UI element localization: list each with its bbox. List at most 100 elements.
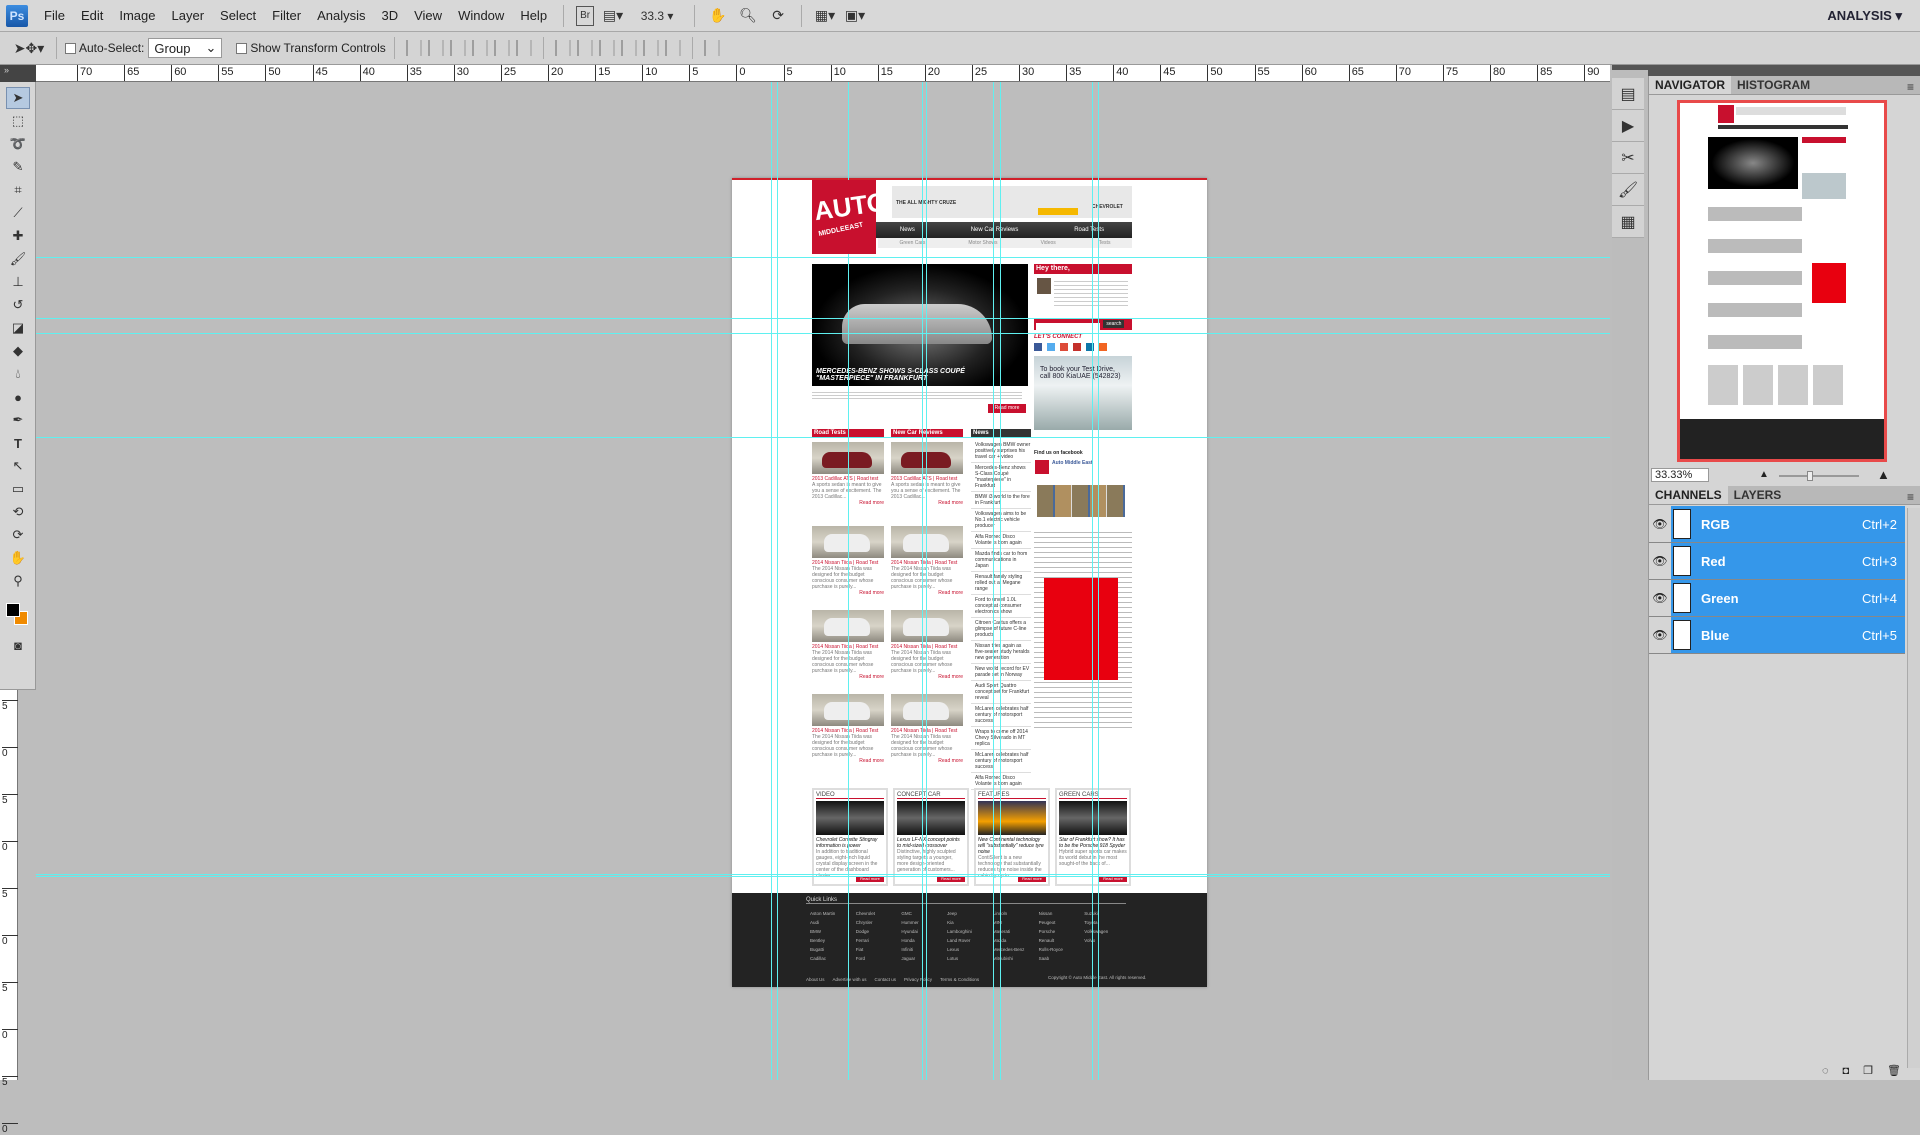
kia-ad[interactable]: To book your Test Drive, call 800 KiaUAE… bbox=[1034, 356, 1132, 430]
panel-menu-icon[interactable]: ≡ bbox=[1907, 490, 1920, 504]
clone-stamp-tool-icon[interactable]: ⊥ bbox=[6, 271, 30, 293]
arrange-documents-icon[interactable]: ▦▾ bbox=[814, 6, 836, 26]
guide-horizontal[interactable] bbox=[36, 437, 1610, 438]
document-canvas[interactable]: AUTO MIDDLEEAST THE ALL MIGHTY CRUZE CHE… bbox=[732, 178, 1207, 987]
quick-link[interactable]: Dodge bbox=[856, 927, 902, 936]
tab-channels[interactable]: CHANNELS bbox=[1649, 486, 1728, 504]
menu-view[interactable]: View bbox=[406, 8, 450, 23]
quick-link[interactable]: Infiniti bbox=[901, 945, 947, 954]
chevrolet-ad-banner[interactable]: THE ALL MIGHTY CRUZE CHEVROLET bbox=[892, 186, 1132, 218]
channel-row-blue[interactable]: 👁︎ Blue Ctrl+5 bbox=[1649, 617, 1905, 654]
align-hcenter-icon[interactable] bbox=[493, 40, 510, 56]
screen-mode-icon[interactable]: ▣▾ bbox=[844, 6, 866, 26]
article-thumbnail[interactable] bbox=[891, 694, 963, 726]
distribute-bottom-icon[interactable] bbox=[598, 40, 615, 56]
guide-horizontal[interactable] bbox=[36, 874, 1610, 875]
channel-selected-area[interactable]: Green Ctrl+4 bbox=[1671, 580, 1905, 616]
quick-link[interactable]: Saab bbox=[1039, 954, 1085, 963]
footer-link[interactable]: Advertise with us bbox=[833, 975, 867, 984]
move-tool-preset-icon[interactable]: ➤✥▾ bbox=[14, 38, 45, 58]
mini-bridge-icon[interactable]: ▤▾ bbox=[602, 6, 624, 26]
feature-title[interactable]: Chevrolet Corvette Stingray information … bbox=[816, 837, 884, 849]
align-left-icon[interactable] bbox=[471, 40, 488, 56]
new-channel-icon[interactable]: ❐ bbox=[1863, 1064, 1873, 1077]
footer-link[interactable]: Contact us bbox=[875, 975, 897, 984]
quick-link[interactable]: Lexus bbox=[947, 945, 993, 954]
menu-select[interactable]: Select bbox=[212, 8, 264, 23]
hand-tool-icon[interactable]: ✋ bbox=[6, 547, 30, 569]
dodge-tool-icon[interactable]: ● bbox=[6, 386, 30, 408]
3d-rotate-tool-icon[interactable]: ⟲ bbox=[6, 501, 30, 523]
rotate-view-icon[interactable]: ⟳ bbox=[767, 6, 789, 26]
site-nav-item[interactable]: Road Tests bbox=[1074, 227, 1104, 233]
quick-link[interactable]: Chevrolet bbox=[856, 909, 902, 918]
quick-link[interactable]: Renault bbox=[1039, 936, 1085, 945]
distribute-vcenter-icon[interactable] bbox=[576, 40, 593, 56]
show-transform-checkbox[interactable] bbox=[236, 42, 248, 54]
search-button[interactable]: search bbox=[1103, 320, 1125, 328]
quick-link[interactable]: Peugeot bbox=[1039, 918, 1085, 927]
guide-vertical[interactable] bbox=[777, 82, 778, 1080]
quick-link[interactable]: Hyundai bbox=[901, 927, 947, 936]
menu-analysis[interactable]: Analysis bbox=[309, 8, 373, 23]
news-item[interactable]: Mercedes-Benz shows S-Class Coupé "maste… bbox=[971, 463, 1031, 492]
news-item[interactable]: Audi Sport Quattro concept set for Frank… bbox=[971, 681, 1031, 704]
read-more-link[interactable]: Read more bbox=[891, 590, 963, 596]
path-selection-tool-icon[interactable]: ↖ bbox=[6, 455, 30, 477]
guide-vertical[interactable] bbox=[771, 82, 772, 1080]
news-item[interactable]: Alfa Romeo Disco Volante is born again bbox=[971, 532, 1031, 549]
history-panel-icon[interactable]: ▤ bbox=[1612, 78, 1644, 110]
news-item[interactable]: McLaren celebrates half century of motor… bbox=[971, 704, 1031, 727]
article-thumbnail[interactable] bbox=[891, 610, 963, 642]
search-input[interactable] bbox=[1036, 323, 1100, 331]
feature-section-title[interactable]: VIDEO bbox=[816, 792, 884, 799]
facebook-icon[interactable] bbox=[1034, 343, 1042, 351]
guide-vertical[interactable] bbox=[1098, 82, 1099, 1080]
quick-link[interactable]: Lamborghini bbox=[947, 927, 993, 936]
zoom-level-dropdown[interactable]: 33.3 ▾ bbox=[632, 6, 682, 26]
news-item[interactable]: Citroen Cactus offers a glimpse of futur… bbox=[971, 618, 1031, 641]
guide-horizontal[interactable] bbox=[36, 333, 1610, 334]
load-selection-icon[interactable]: ◌ bbox=[1822, 1065, 1829, 1077]
feature-title[interactable]: New Continental technology will "substan… bbox=[978, 837, 1046, 855]
menu-filter[interactable]: Filter bbox=[264, 8, 309, 23]
quick-link[interactable]: Rolls-Royce bbox=[1039, 945, 1085, 954]
channel-selected-area[interactable]: Red Ctrl+3 bbox=[1671, 543, 1905, 579]
canvas-area[interactable]: AUTO MIDDLEEAST THE ALL MIGHTY CRUZE CHE… bbox=[36, 82, 1610, 1080]
panel-menu-icon[interactable]: ≡ bbox=[1907, 80, 1920, 94]
footer-link[interactable]: About Us bbox=[806, 975, 825, 984]
feature-image[interactable] bbox=[978, 801, 1046, 835]
distribute-hcenter-icon[interactable] bbox=[642, 40, 659, 56]
ruler-horizontal[interactable]: 70 65 60 55 50 45 40 35 30 25 20 15 10 5 0 5 10 15 20 25 30 3… bbox=[36, 65, 1610, 82]
hero-image[interactable]: MERCEDES-BENZ SHOWS S-CLASS COUPÉ "MASTE… bbox=[812, 264, 1028, 386]
tab-navigator[interactable]: NAVIGATOR bbox=[1649, 76, 1732, 94]
channel-row-red[interactable]: 👁︎ Red Ctrl+3 bbox=[1649, 543, 1905, 580]
feature-title[interactable]: Star of Frankfurt show? It has to be the… bbox=[1059, 837, 1127, 849]
quick-link[interactable]: Land Rover bbox=[947, 936, 993, 945]
save-selection-icon[interactable]: ◘ bbox=[1843, 1065, 1850, 1077]
feature-section-title[interactable]: FEATURES bbox=[978, 792, 1046, 799]
menu-help[interactable]: Help bbox=[512, 8, 555, 23]
article-card[interactable]: 2013 Cadillac ATS | Road test A sports se… bbox=[891, 442, 963, 506]
quick-link[interactable]: Honda bbox=[901, 936, 947, 945]
align-bottom-icon[interactable] bbox=[449, 40, 466, 56]
distribute-top-icon[interactable] bbox=[554, 40, 571, 56]
google-plus-icon[interactable] bbox=[1060, 343, 1068, 351]
eye-visibility-icon[interactable]: 👁︎ bbox=[1649, 617, 1671, 653]
news-item[interactable]: Renault family styling rolled out at Meg… bbox=[971, 572, 1031, 595]
red-ad-block[interactable] bbox=[1044, 578, 1118, 680]
eraser-tool-icon[interactable]: ◪ bbox=[6, 317, 30, 339]
footer-link[interactable]: Terms & Conditions bbox=[940, 975, 979, 984]
eyedropper-tool-icon[interactable]: ⟋ bbox=[6, 202, 30, 224]
quick-link[interactable]: Ford bbox=[856, 954, 902, 963]
hero-title[interactable]: MERCEDES-BENZ SHOWS S-CLASS COUPÉ "MASTE… bbox=[816, 368, 1016, 382]
menu-image[interactable]: Image bbox=[111, 8, 163, 23]
zoom-slider-thumb[interactable] bbox=[1807, 471, 1813, 481]
zoom-in-icon[interactable]: ▲ bbox=[1877, 467, 1890, 482]
quick-link[interactable]: Jeep bbox=[947, 909, 993, 918]
news-item[interactable]: Mazda finds car to from communications i… bbox=[971, 549, 1031, 572]
site-nav-item[interactable]: News bbox=[900, 227, 915, 233]
news-item[interactable]: New world record for EV parade set in No… bbox=[971, 664, 1031, 681]
read-more-link[interactable]: Read more bbox=[891, 674, 963, 680]
brushes-panel-icon[interactable]: 🖌︎ bbox=[1612, 174, 1644, 206]
